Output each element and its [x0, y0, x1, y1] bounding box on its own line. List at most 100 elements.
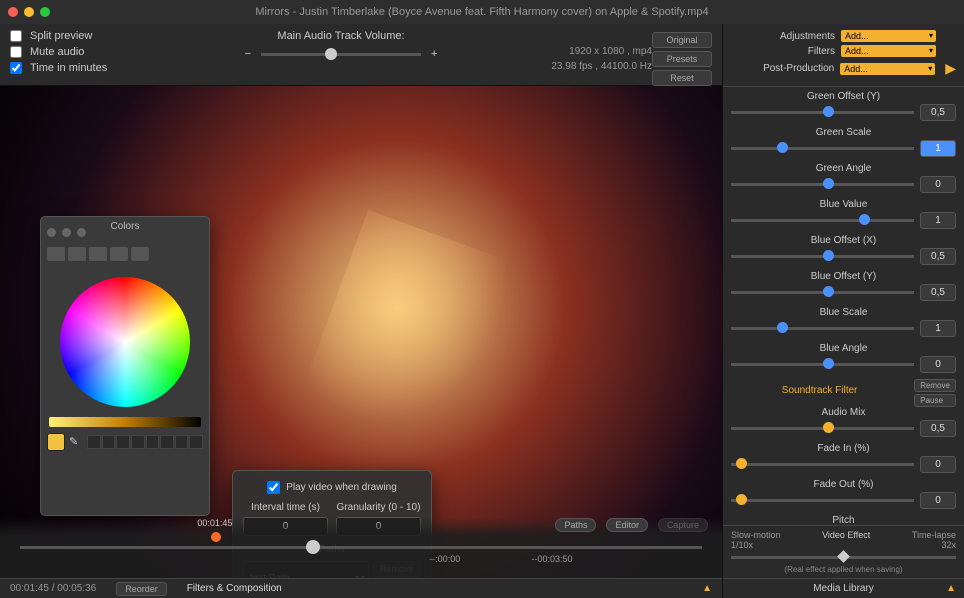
expand-icon[interactable]: ▲ [702, 583, 712, 594]
speed-min-label: 1/10x [731, 540, 753, 550]
param-row: Blue Offset (Y) 0,5 [731, 271, 956, 301]
param-value[interactable]: 0,5 [920, 420, 956, 437]
interval-label: Interval time (s) [243, 502, 328, 513]
speed-slider[interactable] [731, 556, 956, 559]
time-lapse-label: Time-lapse [912, 530, 956, 540]
param-slider[interactable] [731, 499, 914, 502]
postprod-label: Post-Production [731, 63, 834, 74]
param-label: Fade Out (%) [731, 479, 956, 490]
original-button[interactable]: Original [652, 32, 712, 48]
param-slider[interactable] [731, 363, 914, 366]
param-row: Blue Angle 0 [731, 343, 956, 373]
media-library-label: Media Library [813, 583, 874, 594]
param-row: Green Angle 0 [731, 163, 956, 193]
reset-button[interactable]: Reset [652, 70, 712, 86]
param-label: Blue Value [731, 199, 956, 210]
eyedropper-icon[interactable]: ✎ [69, 435, 83, 449]
postprod-add-menu[interactable]: Add... [840, 63, 935, 75]
param-value[interactable]: 1 [920, 140, 956, 157]
paths-tab-button[interactable]: Paths [555, 518, 596, 532]
volume-plus-button[interactable]: + [431, 48, 437, 60]
capture-tab-button[interactable]: Capture [658, 518, 708, 532]
effects-tabs: Adjustments Add... Filters Add... Post-P… [723, 24, 964, 87]
volume-slider[interactable] [261, 53, 421, 56]
trim-start-label: --:00:00 [429, 554, 460, 564]
timeline-marker[interactable] [211, 532, 221, 542]
remove-filter-button[interactable]: Remove [914, 379, 956, 392]
reorder-button[interactable]: Reorder [116, 582, 167, 596]
parameters-list: Green Offset (Y) 0,5 Green Scale1 Green Ang… [723, 87, 964, 525]
editor-tab-button[interactable]: Editor [606, 518, 648, 532]
param-slider[interactable] [731, 219, 914, 222]
param-slider[interactable] [731, 291, 914, 294]
playback-time: 00:01:45 / 00:05:36 [10, 583, 96, 594]
param-slider[interactable] [731, 327, 914, 330]
timeline-slider[interactable]: 00:01:45 --:00:00 --00:03:50 [20, 546, 702, 549]
status-bar: 00:01:45 / 00:05:36 Reorder Filters & Co… [0, 578, 722, 598]
expand-icon[interactable]: ▲ [946, 583, 956, 594]
mute-audio-toggle[interactable]: Mute audio [10, 46, 170, 58]
volume-minus-button[interactable]: − [245, 48, 251, 60]
pause-filter-button[interactable]: Pause [914, 394, 956, 407]
param-row: Audio Mix 0,5 [731, 407, 956, 437]
param-row: Blue Value 1 [731, 199, 956, 229]
brightness-slider[interactable] [49, 417, 201, 427]
filters-add-menu[interactable]: Add... [841, 45, 936, 57]
param-row: Blue Scale1 [731, 307, 956, 337]
speed-max-label: 32x [941, 540, 956, 550]
top-controls: Split preview Mute audio Time in minutes… [0, 24, 722, 86]
time-minutes-toggle[interactable]: Time in minutes [10, 62, 170, 74]
titlebar: Mirrors - Justin Timberlake (Boyce Avenu… [0, 0, 964, 24]
split-preview-toggle[interactable]: Split preview [10, 30, 170, 42]
marker-time-label: 00:01:45 [197, 518, 232, 528]
video-viewer[interactable]: Colors ✎ Play video when drawing [0, 86, 722, 578]
color-picker-tabs[interactable] [47, 247, 203, 261]
play-when-drawing-toggle[interactable] [267, 481, 280, 494]
param-slider[interactable] [731, 427, 914, 430]
media-rate: 23.98 fps , 44100.0 Hz [512, 59, 652, 74]
play-effect-icon[interactable]: ▶ [945, 60, 956, 77]
param-value[interactable]: 0 [920, 456, 956, 473]
param-value[interactable]: 0 [920, 176, 956, 193]
param-value[interactable]: 0 [920, 356, 956, 373]
adjustments-label: Adjustments [731, 31, 835, 42]
param-slider[interactable] [731, 463, 914, 466]
param-value[interactable]: 1 [920, 320, 956, 337]
param-label: Blue Angle [731, 343, 956, 354]
current-color-swatch[interactable] [47, 433, 65, 451]
param-slider[interactable] [731, 255, 914, 258]
param-value[interactable]: 1 [920, 212, 956, 229]
color-wheel[interactable] [60, 277, 190, 407]
param-value[interactable]: 0 [920, 492, 956, 509]
presets-button[interactable]: Presets [652, 51, 712, 67]
play-when-drawing-label: Play video when drawing [286, 482, 397, 493]
param-value[interactable]: 0,5 [920, 104, 956, 121]
param-label: Blue Offset (Y) [731, 271, 956, 282]
mute-audio-label: Mute audio [30, 46, 84, 58]
param-label: Green Offset (Y) [731, 91, 956, 102]
param-slider[interactable] [731, 183, 914, 186]
granularity-label: Granularity (0 - 10) [336, 502, 421, 513]
playhead[interactable] [306, 540, 320, 554]
colors-panel[interactable]: Colors ✎ [40, 216, 210, 516]
param-value[interactable]: 0,5 [920, 248, 956, 265]
right-footer[interactable]: Media Library ▲ [723, 578, 964, 598]
param-slider[interactable] [731, 147, 914, 150]
param-value[interactable]: 0,5 [920, 284, 956, 301]
filters-label: Filters [731, 46, 835, 57]
effect-note: (Real effect applied when saving) [731, 565, 956, 574]
param-label: Audio Mix [731, 407, 956, 418]
video-effect-title: Video Effect [822, 530, 870, 540]
active-tab-label[interactable]: Filters & Composition [187, 583, 282, 594]
param-label: Green Angle [731, 163, 956, 174]
param-row: Green Scale1 [731, 127, 956, 157]
time-minutes-label: Time in minutes [30, 62, 107, 74]
param-row: Green Offset (Y) 0,5 [731, 91, 956, 121]
swatch-grid[interactable] [87, 435, 203, 449]
param-label: Fade In (%) [731, 443, 956, 454]
adjustments-add-menu[interactable]: Add... [841, 30, 936, 42]
param-slider[interactable] [731, 111, 914, 114]
param-row: Pitch1 [731, 515, 956, 525]
split-preview-label: Split preview [30, 30, 92, 42]
param-row: Fade In (%) 0 [731, 443, 956, 473]
